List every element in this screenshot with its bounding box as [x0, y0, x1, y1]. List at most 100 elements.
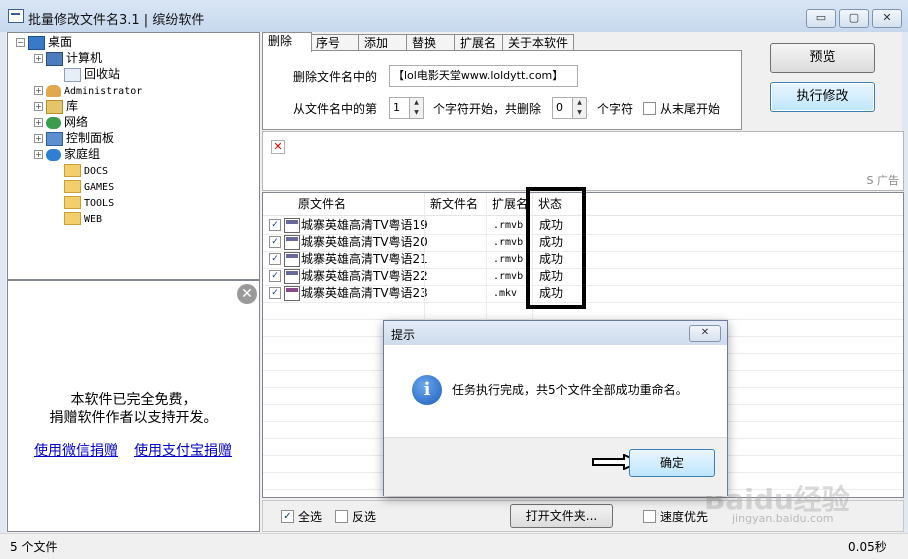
tree-node[interactable]: − 桌面	[16, 34, 72, 50]
elapsed-time: 0.05秒	[848, 540, 887, 554]
tree-node[interactable]: + 家庭组	[34, 146, 100, 162]
tree-node[interactable]: + 计算机	[34, 50, 102, 66]
desktop-icon	[28, 35, 45, 50]
spin-up-icon[interactable]: ▲	[573, 98, 586, 108]
remove-text-input[interactable]: 【lol电影天堂www.loldytt.com】	[389, 65, 578, 87]
open-folder-button[interactable]: 打开文件夹...	[510, 504, 613, 528]
tree-node[interactable]: GAMES	[52, 178, 114, 194]
tree-node-label: 桌面	[48, 35, 73, 49]
original-name-cell: 城寨英雄高清TV粤语23	[301, 286, 428, 300]
delete-count-spinner[interactable]: 0 ▲ ▼	[552, 97, 587, 119]
select-all-label: 全选	[298, 510, 323, 524]
extension-cell: .rmvb	[493, 220, 524, 231]
tree-node[interactable]: TOOLS	[52, 194, 114, 210]
close-icon[interactable]: ✕	[237, 284, 257, 304]
alipay-donate-link[interactable]: 使用支付宝捐赠	[134, 440, 232, 460]
computer-icon	[46, 51, 63, 66]
delete-tab-panel: 删除文件名中的 【lol电影天堂www.loldytt.com】 从文件名中的第…	[262, 50, 742, 130]
column-extension[interactable]: 扩展名	[487, 193, 529, 215]
select-all-checkbox[interactable]: ✓	[281, 510, 294, 523]
status-bar: 5 个文件 0.05秒	[0, 533, 908, 559]
wechat-donate-link[interactable]: 使用微信捐赠	[34, 440, 118, 460]
title-bar[interactable]: 批量修改文件名3.1 | 缤纷软件 ▭ ▢ ✕	[0, 0, 908, 32]
tree-node[interactable]: WEB	[52, 210, 102, 226]
mkv-file-icon	[284, 286, 300, 301]
tab-delete[interactable]: 删除	[262, 32, 312, 52]
speed-first-checkbox[interactable]	[643, 510, 656, 523]
extension-cell: .mkv	[493, 288, 518, 299]
tree-node-label: 计算机	[66, 51, 103, 65]
rmvb-file-icon	[284, 269, 300, 284]
expand-toggle-icon[interactable]: −	[16, 38, 25, 47]
expand-toggle-icon[interactable]: +	[34, 150, 43, 159]
folder-icon	[64, 196, 81, 209]
library-icon	[46, 99, 63, 114]
from-end-label: 从末尾开始	[660, 102, 721, 116]
window-title: 批量修改文件名3.1 | 缤纷软件	[28, 13, 205, 28]
info-dialog: 提示 ✕ i 任务执行完成，共5个文件全部成功重命名。 确定	[383, 320, 728, 496]
tree-node[interactable]: + 网络	[34, 114, 88, 130]
delete-count-label: 个字符开始，共删除	[433, 102, 542, 116]
expand-toggle-icon[interactable]: +	[34, 102, 43, 111]
rmvb-file-icon	[284, 252, 300, 267]
close-button[interactable]: ✕	[872, 9, 902, 28]
preview-button[interactable]: 预览	[770, 43, 875, 73]
extension-cell: .rmvb	[493, 237, 524, 248]
rmvb-file-icon	[284, 235, 300, 250]
ad-area: ✕ S 广告	[262, 131, 904, 191]
dialog-title: 提示	[391, 328, 416, 342]
info-icon: i	[412, 375, 442, 405]
expand-toggle-icon[interactable]: +	[34, 118, 43, 127]
ok-button[interactable]: 确定	[629, 449, 715, 477]
tab-label: 删除	[268, 34, 293, 48]
rmvb-file-icon	[284, 218, 300, 233]
main-window: 批量修改文件名3.1 | 缤纷软件 ▭ ▢ ✕ − 桌面 + 计算机回收站 + Admin…	[0, 0, 908, 559]
from-end-checkbox[interactable]	[643, 102, 656, 115]
column-new-name[interactable]: 新文件名	[425, 193, 487, 215]
row-checkbox[interactable]: ✓	[269, 287, 281, 299]
row-checkbox[interactable]: ✓	[269, 219, 281, 231]
spinner-arrows[interactable]: ▲ ▼	[409, 98, 423, 118]
tree-node[interactable]: 回收站	[52, 66, 120, 82]
extension-cell: .rmvb	[493, 254, 524, 265]
spinner-arrows[interactable]: ▲ ▼	[572, 98, 586, 118]
tab-label: 扩展名	[460, 36, 497, 50]
row-checkbox[interactable]: ✓	[269, 253, 281, 265]
tree-node[interactable]: DOCS	[52, 162, 108, 178]
control-panel-icon	[46, 131, 63, 146]
original-name-cell: 城寨英雄高清TV粤语19	[301, 218, 428, 232]
network-icon	[46, 116, 61, 129]
tree-node[interactable]: + 控制面板	[34, 130, 114, 146]
column-original-name[interactable]: 原文件名	[293, 193, 425, 215]
folder-tree[interactable]: − 桌面 + 计算机回收站 + Administrator + 库 + 网络 + 控制面板 + 家庭组 DO…	[7, 32, 260, 280]
dialog-title-bar[interactable]: 提示 ✕	[384, 321, 727, 345]
tab-label: 关于本软件	[508, 36, 569, 50]
row-checkbox[interactable]: ✓	[269, 270, 281, 282]
minimize-button[interactable]: ▭	[806, 9, 836, 28]
expand-toggle-icon[interactable]: +	[34, 54, 43, 63]
spin-down-icon[interactable]: ▼	[410, 108, 423, 118]
execute-button[interactable]: 执行修改	[770, 82, 875, 112]
invert-selection-label: 反选	[352, 510, 377, 524]
homegroup-icon	[46, 148, 61, 161]
spin-down-icon[interactable]: ▼	[573, 108, 586, 118]
expand-toggle-icon[interactable]: +	[34, 86, 43, 95]
tree-node-label: 回收站	[84, 67, 121, 81]
folder-icon	[64, 180, 81, 193]
extension-cell: .rmvb	[493, 271, 524, 282]
original-name-cell: 城寨英雄高清TV粤语21	[301, 252, 428, 266]
dialog-close-button[interactable]: ✕	[689, 325, 721, 342]
tree-node-label: WEB	[84, 214, 103, 225]
row-checkbox[interactable]: ✓	[269, 236, 281, 248]
tree-node-label: TOOLS	[84, 198, 115, 209]
tab-label: 添加	[364, 36, 389, 50]
maximize-button[interactable]: ▢	[839, 9, 869, 28]
tree-node[interactable]: + 库	[34, 98, 78, 114]
expand-toggle-icon[interactable]: +	[34, 134, 43, 143]
invert-selection-checkbox[interactable]	[335, 510, 348, 523]
original-name-cell: 城寨英雄高清TV粤语22	[301, 269, 428, 283]
start-position-spinner[interactable]: 1 ▲ ▼	[389, 97, 424, 119]
tree-node[interactable]: + Administrator	[34, 82, 142, 98]
donation-panel: ✕ 本软件已完全免费， 捐赠软件作者以支持开发。 使用微信捐赠 使用支付宝捐赠	[7, 280, 260, 532]
spin-up-icon[interactable]: ▲	[410, 98, 423, 108]
